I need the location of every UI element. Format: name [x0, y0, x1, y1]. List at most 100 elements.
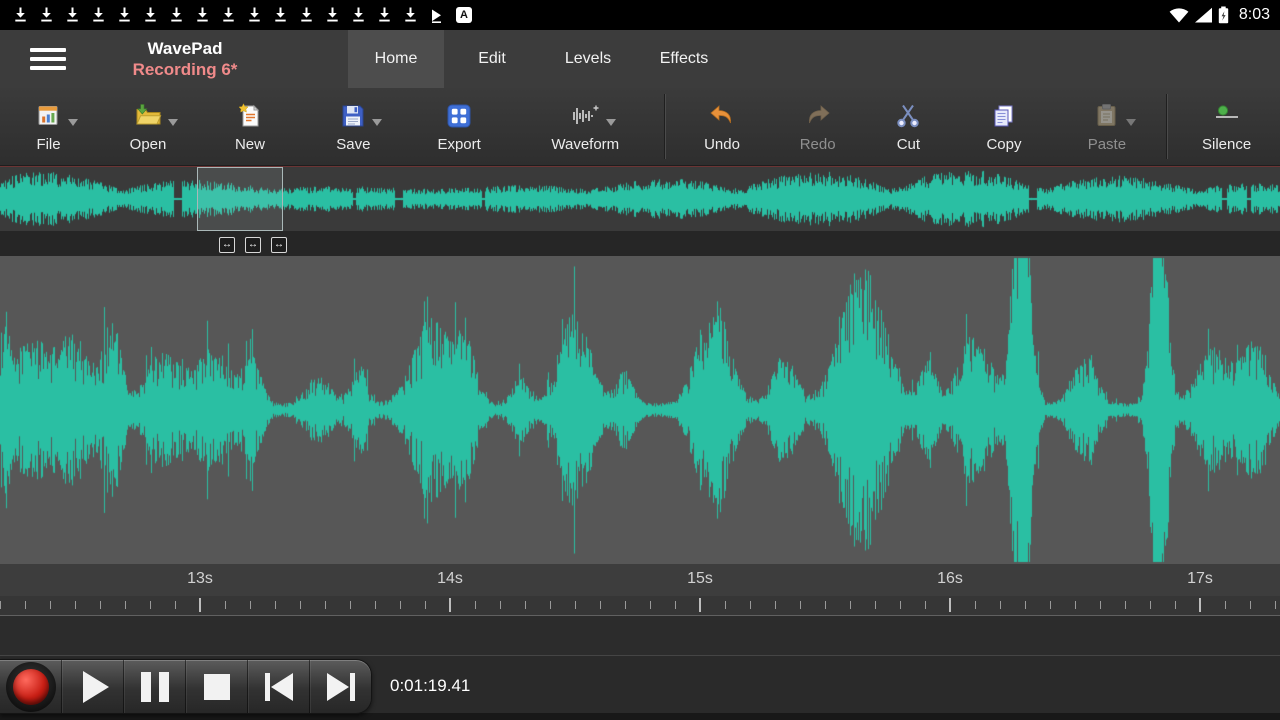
redo-icon: [804, 103, 832, 129]
download-icon: [170, 7, 183, 23]
download-icon: [14, 7, 27, 23]
download-icon: [404, 7, 417, 23]
selection-region[interactable]: [197, 167, 283, 231]
clock: 8:03: [1239, 6, 1270, 24]
tab-levels[interactable]: Levels: [540, 30, 636, 88]
undo-icon: [708, 103, 736, 129]
dropdown-caret-icon: [1126, 119, 1136, 131]
toolbar-export-button[interactable]: Export: [406, 88, 513, 165]
toolbar-separator: [1166, 94, 1167, 159]
download-icon: [66, 7, 79, 23]
toolbar-separator: [664, 94, 665, 159]
app-title: WavePad: [66, 38, 304, 59]
pause-button[interactable]: [124, 660, 186, 713]
silence-icon: [1214, 103, 1240, 129]
file-icon: [36, 103, 62, 129]
timeline-label: 13s: [187, 570, 213, 588]
menu-button[interactable]: [30, 30, 66, 88]
title-block: WavePad Recording 6*: [66, 30, 304, 88]
main-waveform[interactable]: [0, 256, 1280, 564]
toolbar-new-button[interactable]: New: [199, 88, 301, 165]
download-icon: [144, 7, 157, 23]
timeline-label: 15s: [687, 570, 713, 588]
toolbar-button-label: Waveform: [551, 136, 619, 153]
toolbar-silence-button[interactable]: Silence: [1173, 88, 1280, 165]
main-waveform-canvas[interactable]: [0, 256, 1280, 564]
dropdown-caret-icon: [372, 119, 382, 131]
toolbar-paste-button[interactable]: Paste: [1053, 88, 1160, 165]
timeline-label: 16s: [937, 570, 963, 588]
toolbar-button-label: File: [36, 136, 60, 153]
system-status-icons: 8:03: [1169, 6, 1274, 24]
previous-button[interactable]: [248, 660, 310, 713]
selection-handle[interactable]: ↔: [245, 237, 261, 253]
toolbar-open-button[interactable]: Open: [97, 88, 199, 165]
record-icon: [6, 662, 56, 712]
toolbar-redo-button[interactable]: Redo: [773, 88, 862, 165]
toolbar-button-label: Silence: [1202, 136, 1251, 153]
play-button[interactable]: [62, 660, 124, 713]
next-button[interactable]: [310, 660, 371, 713]
dropdown-caret-icon: [606, 119, 616, 131]
toolbar-save-button[interactable]: Save: [301, 88, 406, 165]
tab-effects[interactable]: Effects: [636, 30, 732, 88]
toolbar-waveform-button[interactable]: Waveform: [513, 88, 659, 165]
waveform-icon: [570, 103, 600, 129]
toolbar-button-label: Copy: [986, 136, 1021, 153]
major-tick: [1199, 598, 1201, 612]
pause-icon: [141, 672, 169, 702]
app-header: WavePad Recording 6* HomeEditLevelsEffec…: [0, 30, 1280, 88]
selection-handle[interactable]: ↔: [271, 237, 287, 253]
major-tick: [199, 598, 201, 612]
wavepad-app: A 8:03 WavePad Recording 6* HomeEditLeve…: [0, 0, 1280, 720]
dropdown-caret-icon: [168, 119, 178, 131]
download-icon: [326, 7, 339, 23]
a-badge-icon: A: [456, 7, 472, 23]
timeline-ticks[interactable]: [0, 596, 1280, 616]
download-icon: [40, 7, 53, 23]
timeline-ruler[interactable]: 13s 14s 15s 16s 17s: [0, 564, 1280, 596]
download-icon: [196, 7, 209, 23]
cut-icon: [895, 103, 921, 129]
status-bar: A 8:03: [0, 0, 1280, 30]
save-icon: [340, 103, 366, 129]
toolbar-button-label: Open: [130, 136, 167, 153]
toolbar: File Open New Save Export Waveform UndoRedo Cut…: [0, 88, 1280, 166]
toolbar-button-label: Export: [437, 136, 480, 153]
wifi-icon: [1169, 7, 1189, 23]
stop-button[interactable]: [186, 660, 248, 713]
toolbar-button-label: Cut: [897, 136, 920, 153]
download-icon: [274, 7, 287, 23]
timeline-label: 17s: [1187, 570, 1213, 588]
selection-handle[interactable]: ↔: [219, 237, 235, 253]
download-icon: [300, 7, 313, 23]
download-icon: [378, 7, 391, 23]
toolbar-file-button[interactable]: File: [0, 88, 97, 165]
toolbar-button-label: Save: [336, 136, 370, 153]
signal-icon: [1194, 7, 1213, 23]
timeline-label: 14s: [437, 570, 463, 588]
export-icon: [446, 103, 472, 129]
download-icon: [222, 7, 235, 23]
toolbar-button-label: Paste: [1088, 136, 1126, 153]
download-icon: [118, 7, 131, 23]
major-tick: [949, 598, 951, 612]
open-folder-icon: [135, 103, 162, 129]
toolbar-undo-button[interactable]: Undo: [671, 88, 773, 165]
skip-to-end-icon: [327, 673, 355, 701]
tab-home[interactable]: Home: [348, 30, 444, 88]
toolbar-button-label: New: [235, 136, 265, 153]
download-icon: [248, 7, 261, 23]
overview-waveform-canvas[interactable]: [0, 167, 1280, 231]
tab-edit[interactable]: Edit: [444, 30, 540, 88]
battery-icon: [1218, 6, 1229, 24]
time-display: 0:01:19.41: [390, 676, 470, 696]
document-title: Recording 6*: [66, 59, 304, 80]
toolbar-cut-button[interactable]: Cut: [862, 88, 954, 165]
major-tick: [449, 598, 451, 612]
record-button[interactable]: [0, 660, 62, 713]
toolbar-copy-button[interactable]: Copy: [954, 88, 1053, 165]
copy-icon: [991, 103, 1017, 129]
play-icon: [83, 671, 109, 703]
overview-waveform[interactable]: ↔ ↔ ↔: [0, 166, 1280, 256]
